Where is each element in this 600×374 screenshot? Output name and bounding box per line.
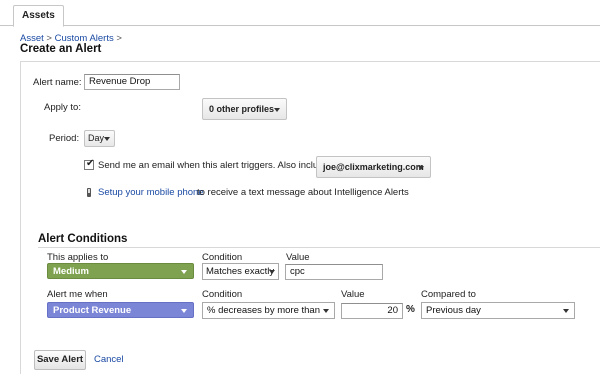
save-alert-button[interactable]: Save Alert (34, 350, 86, 370)
conditions-divider (38, 247, 600, 248)
alert-name-input[interactable]: Revenue Drop (84, 74, 180, 90)
email-value: joe@clixmarketing.com (323, 162, 424, 172)
condition-label: Condition (202, 252, 243, 263)
apply-to-value: 0 other profiles (209, 104, 275, 114)
alert-form-panel: Alert name: Revenue Drop Apply to: 0 oth… (20, 61, 600, 374)
metric-selector[interactable]: Product Revenue (47, 302, 194, 318)
dimension-selector[interactable]: Medium (47, 263, 194, 279)
alert-me-when-label: Alert me when (47, 289, 108, 300)
breadcrumb-separator: > (116, 33, 122, 44)
chevron-down-icon (104, 137, 110, 141)
condition-label: Condition (202, 289, 243, 300)
page-title: Create an Alert (20, 43, 102, 55)
condition-value-2: % decreases by more than (207, 305, 321, 316)
percent-sign: % (406, 304, 415, 315)
chevron-down-icon (269, 270, 275, 274)
chevron-down-icon (418, 166, 424, 170)
alert-name-label: Alert name: (33, 77, 82, 88)
chevron-down-icon (274, 108, 280, 112)
apply-to-label: Apply to: (44, 102, 81, 113)
compared-to-select[interactable]: Previous day (421, 302, 575, 319)
condition-select-1[interactable]: Matches exactly (202, 263, 279, 280)
dimension-value: Medium (53, 266, 89, 277)
value-input-2[interactable]: 20 (341, 303, 403, 319)
chevron-down-icon (181, 270, 187, 274)
period-label: Period: (49, 133, 80, 144)
condition-value-1: Matches exactly (206, 266, 275, 277)
chevron-down-icon (563, 309, 569, 313)
check-icon: ✔ (86, 158, 95, 169)
compared-to-label: Compared to (421, 289, 476, 300)
period-value: Day (88, 133, 105, 143)
email-text: Send me an email when this alert trigger… (98, 160, 329, 171)
apply-to-dropdown[interactable]: 0 other profiles (202, 98, 287, 120)
applies-to-label: This applies to (47, 252, 109, 263)
mobile-phone-icon (87, 188, 91, 197)
value-label: Value (286, 252, 310, 263)
email-dropdown[interactable]: joe@clixmarketing.com (316, 156, 431, 178)
condition-select-2[interactable]: % decreases by more than (202, 302, 335, 319)
chevron-down-icon (323, 309, 329, 313)
value-input-1[interactable]: cpc (285, 264, 383, 280)
email-checkbox[interactable]: ✔ (84, 158, 95, 170)
tab-assets[interactable]: Assets (13, 5, 64, 27)
chevron-down-icon (181, 309, 187, 313)
cancel-link[interactable]: Cancel (94, 354, 124, 365)
alert-conditions-title: Alert Conditions (38, 233, 128, 245)
compared-to-value: Previous day (426, 305, 481, 316)
tab-bar: Assets (0, 0, 600, 27)
mobile-text: to receive a text message about Intellig… (197, 187, 409, 198)
metric-value: Product Revenue (53, 305, 132, 316)
value-label: Value (341, 289, 365, 300)
period-dropdown[interactable]: Day (84, 130, 115, 147)
setup-mobile-link[interactable]: Setup your mobile phone (98, 187, 204, 198)
